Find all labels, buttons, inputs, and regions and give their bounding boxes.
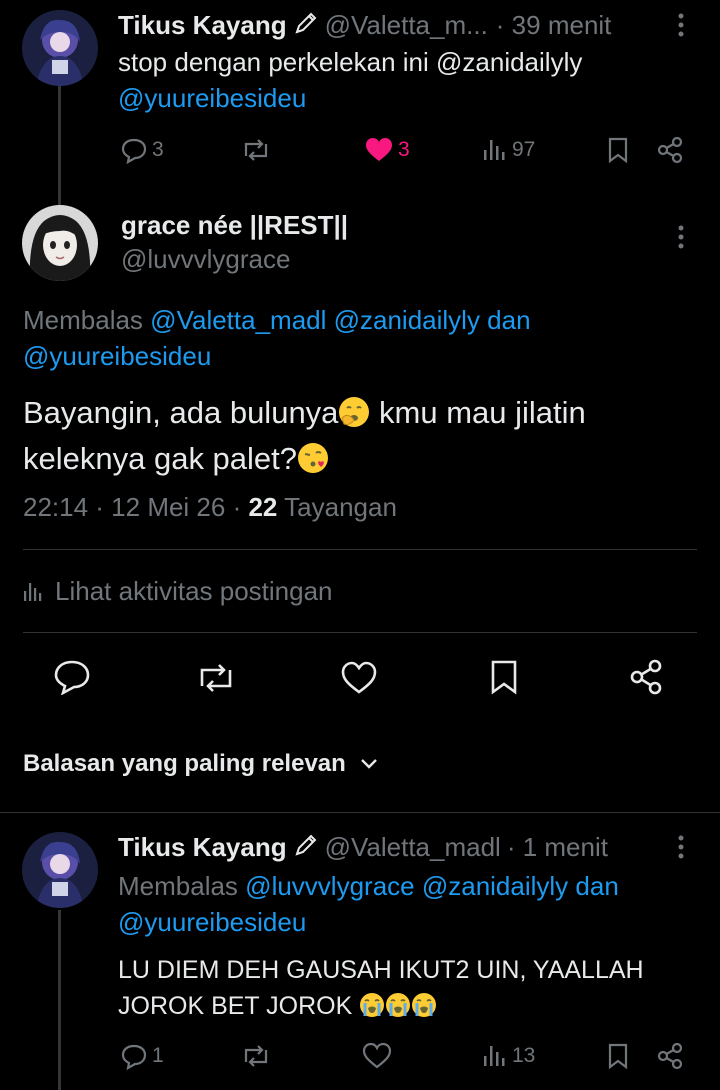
handle[interactable]: @Valetta_m... <box>325 10 488 41</box>
views-button[interactable]: 97 <box>482 136 535 164</box>
handle[interactable]: @Valetta_madl <box>325 832 501 863</box>
bookmark-icon <box>491 660 517 695</box>
timestamp[interactable]: · 39 menit <box>496 10 612 41</box>
divider <box>23 632 697 633</box>
thread-line <box>58 86 61 206</box>
tweet1-header: Tikus Kayang @Valetta_m... · 39 menit <box>118 8 611 42</box>
reply-icon <box>121 138 147 164</box>
like-button[interactable] <box>362 1042 392 1070</box>
display-name[interactable]: Tikus Kayang <box>118 10 287 41</box>
share-icon <box>630 659 662 695</box>
crying-face-emoji-icon <box>385 992 411 1018</box>
display-name[interactable]: Tikus Kayang <box>118 832 287 863</box>
reply-mentions[interactable]: @Valetta_madl @zanidailyly dan <box>150 305 530 335</box>
views-count: 22 <box>248 492 278 522</box>
reply-mentions[interactable]: @yuureibesideu <box>23 338 703 374</box>
retweet-icon <box>244 139 268 161</box>
tweet-text-line: JOROK BET JOROK <box>118 992 353 1020</box>
handle[interactable]: @luvvvlygrace <box>121 244 290 275</box>
kissing-face-emoji-icon <box>297 441 329 473</box>
reply-icon <box>121 1044 147 1070</box>
replies-sort-label: Balasan yang paling relevan <box>23 750 346 777</box>
share-icon <box>657 1042 683 1070</box>
avatar[interactable] <box>22 832 98 908</box>
reply-prefix: Membalas <box>118 871 238 901</box>
reply-count: 3 <box>152 138 164 161</box>
reply-context: Membalas @luvvvlygrace @zanidailyly dan … <box>118 868 708 940</box>
reply-icon <box>54 660 90 696</box>
tweet-text-line: stop dengan perkelekan ini @zanidailyly <box>118 47 583 77</box>
reply-button[interactable]: 1 <box>120 1042 164 1070</box>
bookmark-button[interactable] <box>488 659 520 700</box>
reply-mentions[interactable]: @luvvvlygrace @zanidailyly dan <box>245 871 619 901</box>
chevron-down-icon <box>360 759 377 769</box>
reply-count: 1 <box>152 1044 164 1067</box>
reply-context: Membalas @Valetta_madl @zanidailyly dan … <box>23 302 703 374</box>
timestamp[interactable]: · 1 menit <box>507 832 608 863</box>
post-activity-link[interactable]: Lihat aktivitas postingan <box>23 576 333 607</box>
crying-face-emoji-icon <box>359 992 385 1018</box>
main-tweet-text: Bayangin, ada bulunya kmu mau jilatin ke… <box>23 390 713 482</box>
tweet-text-line: Bayangin, ada bulunya <box>23 395 339 430</box>
like-button[interactable] <box>340 660 378 701</box>
views-button[interactable]: 13 <box>482 1042 535 1070</box>
tweet-timestamp[interactable]: 22:14 · 12 Mei 26 · <box>23 492 248 522</box>
retweet-icon <box>200 664 232 692</box>
tweet-text-line: kmu mau jilatin <box>370 395 586 430</box>
retweet-button[interactable] <box>194 660 238 701</box>
heart-icon <box>362 1042 392 1069</box>
analytics-icon <box>484 140 505 160</box>
divider <box>0 812 720 813</box>
retweet-button[interactable] <box>240 136 272 164</box>
tweet1-text: stop dengan perkelekan ini @zanidailyly … <box>118 44 708 116</box>
mention-link[interactable]: @yuureibesideu <box>118 80 708 116</box>
views-count: 13 <box>512 1044 536 1067</box>
replies-sort-dropdown[interactable]: Balasan yang paling relevan <box>23 750 378 778</box>
more-vertical-icon[interactable] <box>674 10 688 45</box>
share-button[interactable] <box>628 659 664 700</box>
tweet-text-line: keleknya gak palet? <box>23 441 298 476</box>
tweet-meta: 22:14 · 12 Mei 26 · 22 Tayangan <box>23 492 397 523</box>
bookmark-icon <box>608 137 628 164</box>
views-label: Tayangan <box>277 492 397 522</box>
bookmark-button[interactable] <box>606 1042 630 1075</box>
avatar[interactable] <box>22 10 98 86</box>
display-name[interactable]: grace née ||REST|| <box>121 210 348 241</box>
analytics-icon <box>484 1046 505 1066</box>
tweet-text-line: LU DIEM DEH GAUSAH IKUT2 UIN, YAALLAH <box>118 956 644 984</box>
crying-face-emoji-icon <box>411 992 437 1018</box>
share-button[interactable] <box>656 1042 684 1075</box>
pencil-icon <box>293 10 319 41</box>
like-count: 3 <box>398 138 410 161</box>
reply1-header: Tikus Kayang @Valetta_madl · 1 menit <box>118 830 608 864</box>
heart-icon <box>341 661 377 694</box>
heart-filled-icon <box>366 138 392 161</box>
more-vertical-icon[interactable] <box>674 222 688 257</box>
avatar[interactable] <box>22 205 98 281</box>
retweet-button[interactable] <box>240 1042 272 1070</box>
bookmark-icon <box>608 1043 628 1070</box>
analytics-icon <box>24 582 42 601</box>
yawning-face-emoji-icon <box>338 395 370 427</box>
share-icon <box>657 136 683 164</box>
share-button[interactable] <box>656 136 684 169</box>
views-count: 97 <box>512 138 536 161</box>
more-vertical-icon[interactable] <box>674 832 688 867</box>
reply-button[interactable]: 3 <box>120 136 164 164</box>
reply-button[interactable] <box>53 659 91 700</box>
divider <box>23 549 697 550</box>
reply-mentions[interactable]: @yuureibesideu <box>118 904 708 940</box>
pencil-icon <box>293 832 319 863</box>
thread-line <box>58 910 61 1090</box>
retweet-icon <box>244 1045 268 1067</box>
post-activity-label: Lihat aktivitas postingan <box>55 576 333 606</box>
reply-prefix: Membalas <box>23 305 143 335</box>
like-button[interactable]: 3 <box>364 136 410 164</box>
reply1-text: LU DIEM DEH GAUSAH IKUT2 UIN, YAALLAH JO… <box>118 952 718 1024</box>
bookmark-button[interactable] <box>606 136 630 169</box>
